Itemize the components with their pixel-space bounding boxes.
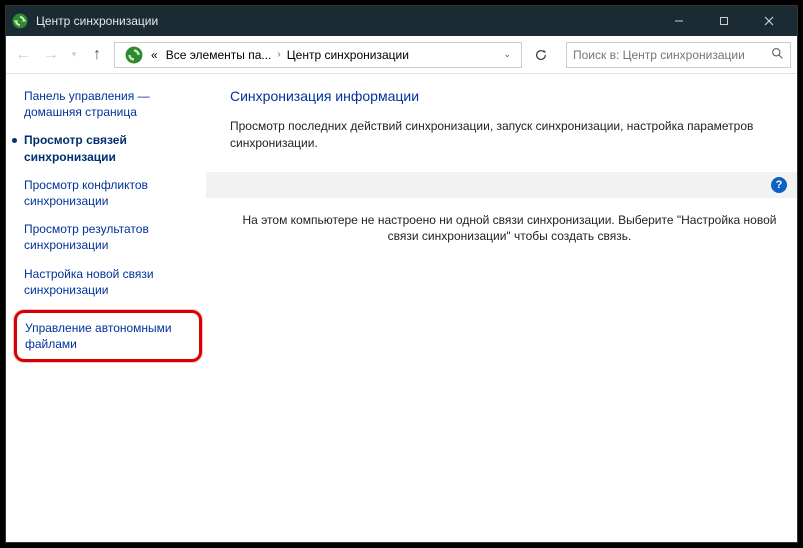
nav-up-button[interactable]: ↑ <box>86 44 108 66</box>
sync-center-window: Центр синхронизации ← → ▾ ↑ <box>5 5 798 543</box>
window-controls <box>656 6 791 36</box>
page-title: Синхронизация информации <box>230 88 797 104</box>
breadcrumb-item[interactable]: Все элементы па... <box>164 48 274 62</box>
sidebar: Панель управления — домашняя страница Пр… <box>6 74 206 542</box>
sidebar-home-link[interactable]: Панель управления — домашняя страница <box>24 88 196 120</box>
nav-forward-button[interactable]: → <box>40 44 62 66</box>
refresh-button[interactable] <box>528 42 554 68</box>
search-box[interactable] <box>566 42 791 68</box>
sync-icon <box>125 46 143 64</box>
chevron-right-icon: › <box>277 49 280 60</box>
breadcrumb-prefix: « <box>149 48 160 62</box>
search-input[interactable] <box>573 48 771 62</box>
toolbar: ← → ▾ ↑ « Все элементы па... › Центр син… <box>6 36 797 74</box>
search-icon <box>771 47 784 63</box>
empty-state-message: На этом компьютере не настроено ни одной… <box>230 208 797 246</box>
maximize-button[interactable] <box>701 6 746 36</box>
address-dropdown[interactable]: ⌄ <box>497 49 517 60</box>
titlebar: Центр синхронизации <box>6 6 797 36</box>
info-bar: ? <box>206 172 797 198</box>
sidebar-item-view-results[interactable]: Просмотр результатов синхронизации <box>24 221 196 253</box>
close-button[interactable] <box>746 6 791 36</box>
address-bar[interactable]: « Все элементы па... › Центр синхронизац… <box>114 42 522 68</box>
nav-recent-dropdown[interactable]: ▾ <box>68 44 80 66</box>
page-description: Просмотр последних действий синхронизаци… <box>230 118 797 152</box>
nav-back-button[interactable]: ← <box>12 44 34 66</box>
sidebar-item-new-partnership[interactable]: Настройка новой связи синхронизации <box>24 266 196 298</box>
breadcrumb-item[interactable]: Центр синхронизации <box>285 48 411 62</box>
sidebar-item-view-partnerships[interactable]: Просмотр связей синхронизации <box>24 132 196 164</box>
sync-icon <box>12 13 28 29</box>
main-pane: Синхронизация информации Просмотр послед… <box>206 74 797 542</box>
minimize-button[interactable] <box>656 6 701 36</box>
content-body: Панель управления — домашняя страница Пр… <box>6 74 797 542</box>
help-icon[interactable]: ? <box>771 177 787 193</box>
window-title: Центр синхронизации <box>36 14 656 28</box>
sidebar-item-view-conflicts[interactable]: Просмотр конфликтов синхронизации <box>24 177 196 209</box>
sidebar-item-offline-files[interactable]: Управление автономными файлами <box>14 310 202 362</box>
